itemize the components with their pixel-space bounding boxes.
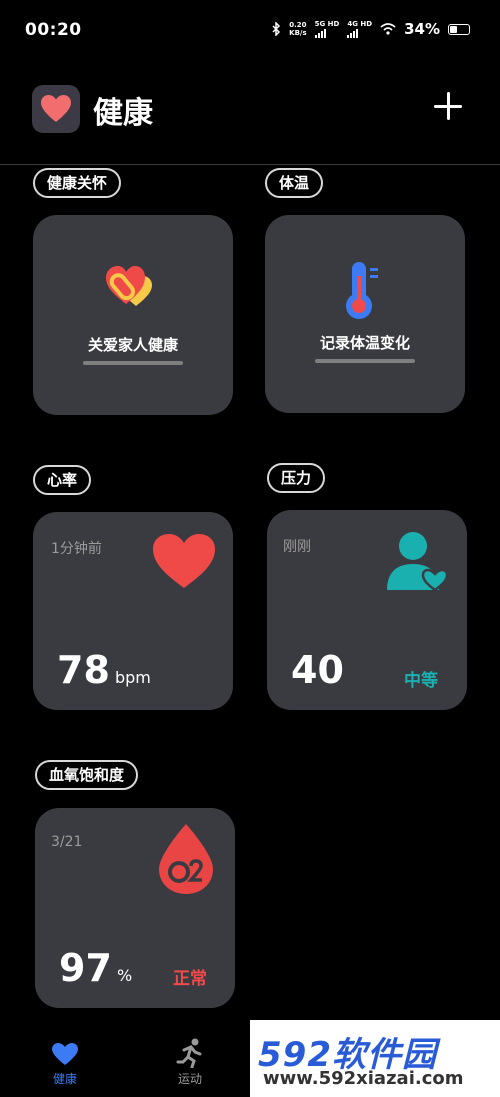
- stress-value: 40: [291, 648, 344, 692]
- chip-blood-oxygen[interactable]: 血氧饱和度: [35, 760, 139, 790]
- measure-time: 1分钟前: [51, 541, 102, 557]
- header-divider: [0, 164, 500, 165]
- card-label: 关爱家人健康: [87, 336, 178, 354]
- chip-health-care[interactable]: 健康关怀: [33, 168, 122, 198]
- battery-icon: [448, 23, 470, 35]
- stress-level: 中等: [404, 671, 438, 691]
- sim2-signal: 4G HD: [347, 20, 372, 38]
- bluetooth-icon: [272, 22, 281, 36]
- sim1-signal: 5G HD: [314, 20, 339, 38]
- page-title: 健康: [93, 96, 153, 131]
- battery-percent: 34%: [404, 20, 440, 38]
- watermark-url: www.592xiazai.com: [263, 1068, 464, 1089]
- net-speed: 0.20 KB/s: [289, 21, 307, 37]
- label-underline: [83, 361, 183, 365]
- spo2-reading: 97 %: [59, 946, 132, 990]
- blood-drop-o2-icon: [159, 824, 213, 894]
- heart-icon: [52, 1043, 78, 1065]
- spo2-unit: %: [116, 966, 133, 985]
- chip-temperature[interactable]: 体温: [265, 168, 324, 198]
- heart-icon: [41, 95, 71, 122]
- label-underline: [315, 359, 415, 363]
- status-indicators: 0.20 KB/s 5G HD 4G HD 34%: [271, 20, 470, 38]
- heart-rate-reading: 78 bpm: [57, 648, 151, 692]
- person-heart-icon: [387, 532, 449, 592]
- nav-item-sport[interactable]: 运动: [165, 1038, 215, 1087]
- add-button[interactable]: [432, 90, 464, 122]
- card-stress[interactable]: 刚刚 40 中等: [267, 510, 467, 710]
- card-temperature[interactable]: 记录体温变化: [265, 215, 465, 413]
- measure-date: 3/21: [51, 834, 83, 850]
- chip-heart-rate[interactable]: 心率: [33, 465, 92, 495]
- wifi-icon: [380, 23, 396, 35]
- card-family-care[interactable]: 关爱家人健康: [33, 215, 233, 415]
- app-logo: [32, 85, 80, 133]
- heart-icon: [153, 534, 215, 588]
- card-heart-rate[interactable]: 1分钟前 78 bpm: [33, 512, 233, 710]
- chip-stress[interactable]: 压力: [267, 463, 326, 493]
- status-time: 00:20: [25, 20, 82, 40]
- heart-rate-value: 78: [57, 648, 110, 692]
- nav-label: 健康: [52, 1072, 77, 1086]
- spo2-level: 正常: [173, 969, 207, 989]
- spo2-value: 97: [59, 946, 112, 990]
- card-label: 记录体温变化: [319, 334, 410, 352]
- nav-label: 运动: [177, 1072, 202, 1086]
- thermometer-icon: [346, 262, 378, 319]
- linked-hearts-icon: [106, 266, 152, 306]
- heart-rate-unit: bpm: [114, 668, 151, 687]
- measure-time: 刚刚: [283, 539, 311, 555]
- nav-item-health[interactable]: 健康: [40, 1042, 90, 1087]
- run-icon: [176, 1038, 202, 1068]
- card-blood-oxygen[interactable]: 3/21 97 % 正常: [35, 808, 235, 1008]
